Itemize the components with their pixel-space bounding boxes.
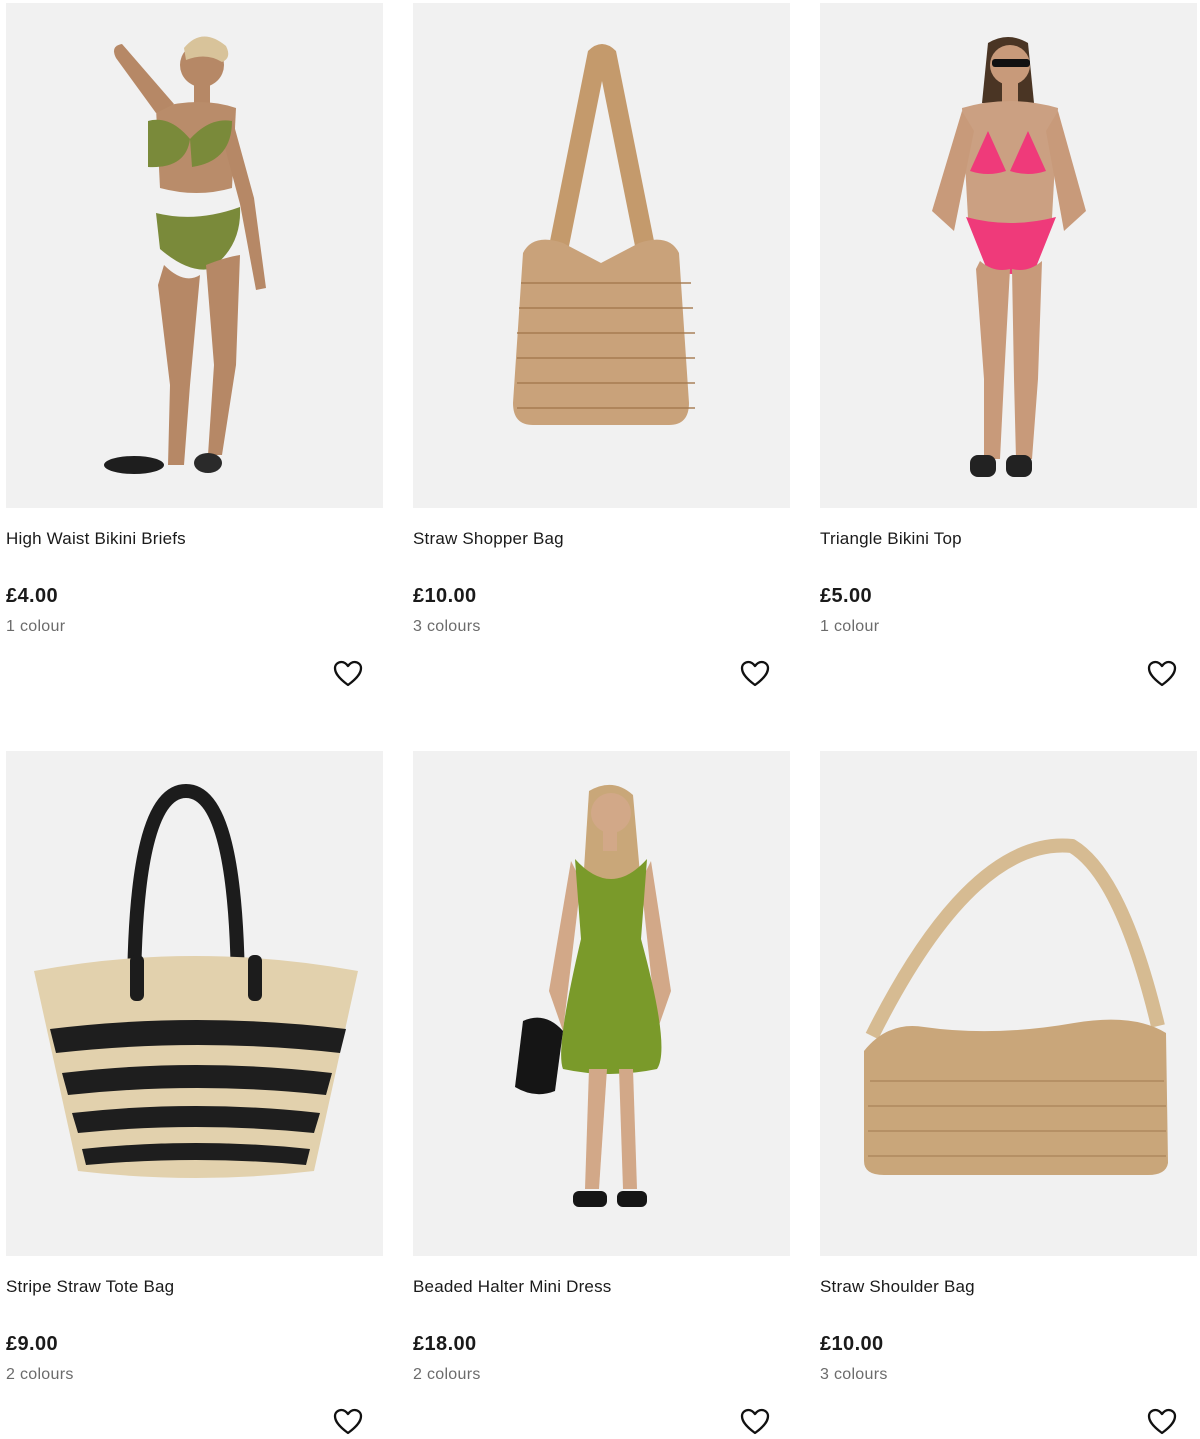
product-colour-count: 3 colours: [820, 1366, 888, 1383]
product-name[interactable]: Stripe Straw Tote Bag: [6, 1277, 174, 1297]
product-image[interactable]: [6, 3, 383, 508]
add-to-wishlist-button[interactable]: [1145, 1405, 1179, 1439]
add-to-wishlist-button[interactable]: [331, 657, 365, 691]
product-colour-count: 1 colour: [6, 618, 66, 635]
product-colour-count: 2 colours: [413, 1366, 481, 1383]
add-to-wishlist-button[interactable]: [331, 1405, 365, 1439]
product-price: £4.00: [6, 585, 59, 607]
product-image[interactable]: [6, 751, 383, 1256]
heart-outline-icon: [740, 660, 770, 687]
product-image[interactable]: [413, 751, 790, 1256]
product-image[interactable]: [820, 751, 1197, 1256]
straw-shopper-bag-image: [413, 3, 790, 508]
product-colour-count: 2 colours: [6, 1366, 74, 1383]
product-name[interactable]: High Waist Bikini Briefs: [6, 529, 186, 549]
heart-outline-icon: [1147, 660, 1177, 687]
straw-shoulder-bag-image: [820, 751, 1197, 1256]
product-price: £18.00: [413, 1333, 477, 1355]
product-price: £10.00: [820, 1333, 884, 1355]
product-price: £5.00: [820, 585, 873, 607]
heart-outline-icon: [333, 660, 363, 687]
pink-bikini-model-image: [820, 3, 1197, 508]
add-to-wishlist-button[interactable]: [738, 1405, 772, 1439]
product-image[interactable]: [413, 3, 790, 508]
product-image[interactable]: [820, 3, 1197, 508]
product-price: £9.00: [6, 1333, 59, 1355]
green-bikini-model-image: [6, 3, 383, 508]
product-colour-count: 3 colours: [413, 618, 481, 635]
product-colour-count: 1 colour: [820, 618, 880, 635]
product-name[interactable]: Straw Shopper Bag: [413, 529, 564, 549]
add-to-wishlist-button[interactable]: [738, 657, 772, 691]
heart-outline-icon: [1147, 1408, 1177, 1435]
product-name[interactable]: Straw Shoulder Bag: [820, 1277, 975, 1297]
heart-outline-icon: [333, 1408, 363, 1435]
product-name[interactable]: Triangle Bikini Top: [820, 529, 962, 549]
striped-straw-tote-image: [6, 751, 383, 1256]
heart-outline-icon: [740, 1408, 770, 1435]
product-name[interactable]: Beaded Halter Mini Dress: [413, 1277, 612, 1297]
add-to-wishlist-button[interactable]: [1145, 657, 1179, 691]
product-price: £10.00: [413, 585, 477, 607]
green-dress-model-image: [413, 751, 790, 1256]
